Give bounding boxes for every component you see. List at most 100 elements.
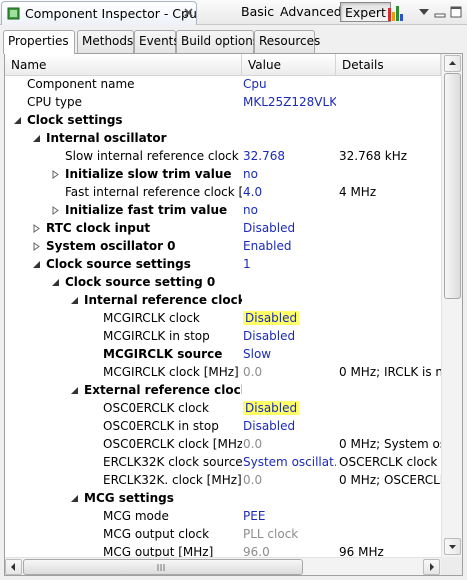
scroll-right-arrow[interactable]	[423, 559, 440, 575]
view-title: Component Inspector - Cpu	[25, 6, 197, 21]
value-cell[interactable]	[242, 382, 336, 400]
scroll-up-arrow[interactable]	[444, 55, 461, 72]
table-row[interactable]: Internal reference clock	[5, 292, 441, 310]
maximize-icon[interactable]	[450, 6, 462, 18]
value-cell[interactable]: Disabled	[242, 328, 336, 346]
value-cell[interactable]: Enabled	[242, 238, 336, 256]
table-row[interactable]: External reference clock	[5, 382, 441, 400]
view-tab[interactable]: Component Inspector - Cpu	[1, 1, 197, 25]
value-cell[interactable]	[242, 292, 336, 310]
mode-basic-button[interactable]: Basic	[241, 4, 274, 19]
value-cell[interactable]: Disabled	[242, 310, 336, 328]
value-cell[interactable]	[242, 112, 336, 130]
column-header-name[interactable]: Name	[5, 54, 242, 76]
vertical-scroll-thumb[interactable]	[444, 73, 461, 299]
details-cell	[336, 382, 441, 400]
mode-advanced-button[interactable]: Advanced	[280, 4, 342, 19]
tree-collapsed-icon[interactable]	[51, 170, 60, 179]
tab-resources[interactable]: Resources	[254, 30, 320, 53]
horizontal-scroll-thumb[interactable]	[23, 559, 303, 575]
value-cell[interactable]: 0.0	[242, 436, 336, 454]
name-cell: CPU type	[5, 94, 242, 112]
property-value: 96.0	[243, 545, 270, 557]
value-cell[interactable]: MKL25Z128VLK4	[242, 94, 336, 112]
value-cell[interactable]: no	[242, 202, 336, 220]
column-header-details[interactable]: Details	[336, 54, 441, 76]
tree-expanded-icon[interactable]	[70, 296, 79, 305]
view-menu-icon[interactable]	[418, 5, 430, 19]
value-cell[interactable]: Disabled	[242, 220, 336, 238]
tab-events[interactable]: Events	[134, 30, 180, 53]
value-cell[interactable]: 4.0	[242, 184, 336, 202]
table-row[interactable]: RTC clock input Disabled	[5, 220, 441, 238]
value-cell[interactable]: 1	[242, 256, 336, 274]
close-icon[interactable]	[183, 7, 194, 18]
tree-expanded-icon[interactable]	[32, 134, 41, 143]
table-row[interactable]: Clock source setting 0	[5, 274, 441, 292]
details-cell	[336, 238, 441, 256]
table-row[interactable]: MCGIRCLK clock Disabled	[5, 310, 441, 328]
vertical-scrollbar[interactable]	[441, 54, 462, 557]
value-cell[interactable]: Disabled	[242, 400, 336, 418]
table-row[interactable]: Clock source settings 1	[5, 256, 441, 274]
table-row[interactable]: MCGIRCLK clock [MHz] 0.0 0 MHz; IRCLK is n…	[5, 364, 441, 382]
tree-expanded-icon[interactable]	[13, 116, 22, 125]
property-value: PLL clock	[243, 527, 299, 541]
horizontal-scrollbar[interactable]	[5, 557, 441, 575]
scroll-down-arrow[interactable]	[444, 538, 461, 555]
name-cell: Fast internal reference clock [MHz]	[5, 184, 242, 202]
value-cell[interactable]: Slow	[242, 346, 336, 364]
value-cell[interactable]: Cpu	[242, 76, 336, 94]
bar-chart-icon[interactable]	[387, 4, 405, 22]
tab-build-options[interactable]: Build options	[176, 30, 259, 53]
value-cell[interactable]: 32.768	[242, 148, 336, 166]
table-row[interactable]: Initialize fast trim value no	[5, 202, 441, 220]
scroll-left-arrow[interactable]	[5, 559, 22, 575]
table-row[interactable]: MCGIRCLK in stop Disabled	[5, 328, 441, 346]
value-cell[interactable]: System oscillat...	[242, 454, 336, 472]
table-row[interactable]: Slow internal reference clock [kHz]32.76…	[5, 148, 441, 166]
tree-expanded-icon[interactable]	[70, 386, 79, 395]
tree-collapsed-icon[interactable]	[32, 224, 41, 233]
tree-collapsed-icon[interactable]	[51, 206, 60, 215]
minimize-icon[interactable]	[434, 6, 446, 18]
table-row[interactable]: CPU type MKL25Z128VLK4	[5, 94, 441, 112]
table-row[interactable]: OSC0ERCLK in stop Disabled	[5, 418, 441, 436]
value-cell[interactable]	[242, 130, 336, 148]
table-row[interactable]: Initialize slow trim value no	[5, 166, 441, 184]
table-row[interactable]: MCG mode PEE	[5, 508, 441, 526]
table-row[interactable]: OSC0ERCLK clock Disabled	[5, 400, 441, 418]
name-cell: RTC clock input	[5, 220, 242, 238]
tree-expanded-icon[interactable]	[70, 494, 79, 503]
value-cell[interactable]: 0.0	[242, 472, 336, 490]
value-cell[interactable]: 96.0	[242, 544, 336, 557]
tab-properties[interactable]: Properties	[3, 30, 75, 54]
value-cell[interactable]: PEE	[242, 508, 336, 526]
table-row[interactable]: Fast internal reference clock [MHz]4.0 4 …	[5, 184, 441, 202]
table-row[interactable]: MCG output clock PLL clock	[5, 526, 441, 544]
value-cell[interactable]: 0.0	[242, 364, 336, 382]
tree-collapsed-icon[interactable]	[32, 242, 41, 251]
value-cell[interactable]	[242, 274, 336, 292]
tab-methods[interactable]: Methods	[77, 30, 134, 53]
table-row[interactable]: Component name Cpu	[5, 76, 441, 94]
property-value: 0.0	[243, 437, 263, 451]
value-cell[interactable]: Disabled	[242, 418, 336, 436]
tree-expanded-icon[interactable]	[51, 278, 60, 287]
mode-expert-button[interactable]: Expert	[340, 2, 391, 22]
value-cell[interactable]	[242, 490, 336, 508]
tree-expanded-icon[interactable]	[32, 260, 41, 269]
table-row[interactable]: Internal oscillator	[5, 130, 441, 148]
value-cell[interactable]: PLL clock	[242, 526, 336, 544]
table-row[interactable]: MCGIRCLK source Slow	[5, 346, 441, 364]
table-row[interactable]: OSC0ERCLK clock [MHz]0.0 0 MHz; System os…	[5, 436, 441, 454]
details-cell: 0 MHz; System osc	[339, 437, 441, 451]
table-row[interactable]: MCG output [MHz] 96.0 96 MHz	[5, 544, 441, 557]
table-row[interactable]: Clock settings	[5, 112, 441, 130]
column-header-value[interactable]: Value	[242, 54, 336, 76]
table-row[interactable]: MCG settings	[5, 490, 441, 508]
value-cell[interactable]: no	[242, 166, 336, 184]
table-row[interactable]: System oscillator 0 Enabled	[5, 238, 441, 256]
table-row[interactable]: ERCLK32K. clock [MHz] 0.0 0 MHz; OSCERCLK	[5, 472, 441, 490]
table-row[interactable]: ERCLK32K clock source System oscillat... O…	[5, 454, 441, 472]
